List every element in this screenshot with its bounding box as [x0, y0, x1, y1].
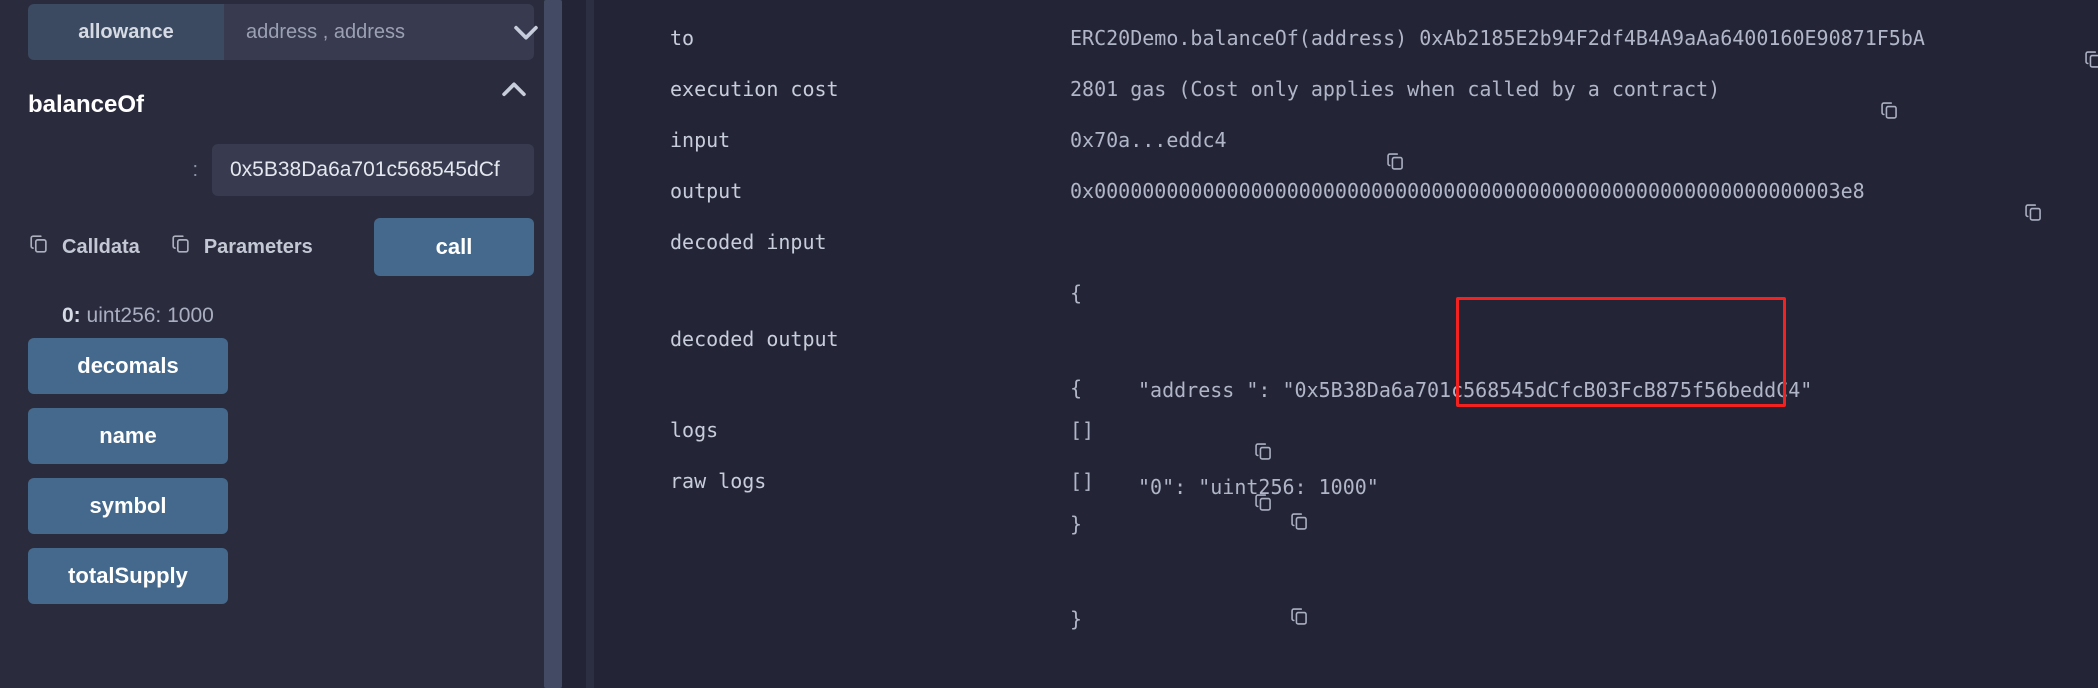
row-key-raw-logs: raw logs: [670, 469, 767, 493]
row-key-output: output: [670, 179, 743, 203]
copy-icon[interactable]: [1096, 577, 1310, 662]
allowance-args-input[interactable]: [224, 4, 534, 60]
decimals-button[interactable]: decomals: [28, 338, 228, 394]
function-button-stack: decomals name symbol totalSupply: [28, 338, 534, 604]
copy-icon: [170, 233, 192, 261]
balance-of-action-row: Calldata Parameters call: [28, 218, 534, 276]
copy-icon[interactable]: [1108, 472, 1274, 536]
output-value: 0x00000000000000000000000000000000000000…: [1070, 179, 1865, 203]
decoded-output-close: }: [1070, 606, 1083, 631]
balance-of-param-row: :: [28, 144, 534, 196]
call-button[interactable]: call: [374, 218, 534, 276]
copy-parameters-button[interactable]: Parameters: [170, 233, 313, 261]
balance-of-header: balanceOf: [28, 82, 534, 128]
contract-interaction-sidebar: allowance balanceOf :: [0, 0, 562, 688]
decoded-input-open: {: [1070, 280, 1083, 305]
calldata-label: Calldata: [62, 235, 140, 258]
logs-value: []: [1070, 418, 1095, 442]
raw-logs-value: []: [1070, 469, 1095, 493]
table-row: raw logs []: [670, 471, 2098, 535]
allowance-button[interactable]: allowance: [28, 4, 224, 60]
row-key-decoded-output: decoded output: [670, 327, 839, 351]
param-separator: :: [192, 158, 198, 181]
symbol-button[interactable]: symbol: [28, 478, 228, 534]
copy-calldata-button[interactable]: Calldata: [28, 233, 140, 261]
execution-cost-value: 2801 gas (Cost only applies when called …: [1070, 77, 1721, 101]
main-scrollbar[interactable]: [586, 0, 594, 688]
chevron-up-icon[interactable]: [494, 70, 534, 110]
parameters-label: Parameters: [203, 235, 313, 258]
transaction-details-panel: to ERC20Demo.balanceOf(address) 0xAb2185…: [562, 0, 2098, 688]
row-value-raw-logs: []: [1070, 471, 1274, 535]
sidebar-scrollbar[interactable]: [544, 0, 562, 688]
address-param-input[interactable]: [212, 144, 534, 196]
to-value: ERC20Demo.balanceOf(address) 0xAb2185E2b…: [1070, 26, 1925, 50]
total-supply-button[interactable]: totalSupply: [28, 548, 228, 604]
row-key-decoded-input: decoded input: [670, 230, 827, 254]
row-key-execution-cost: execution cost: [670, 77, 839, 101]
decoded-output-open: {: [1070, 375, 1083, 400]
result-index: 0:: [62, 304, 81, 327]
function-row-allowance: allowance: [28, 4, 534, 60]
row-key-logs: logs: [670, 418, 719, 442]
balance-of-title: balanceOf: [28, 91, 145, 118]
row-key-input: input: [670, 128, 731, 152]
row-key-to: to: [670, 26, 695, 50]
name-button[interactable]: name: [28, 408, 228, 464]
result-value: uint256: 1000: [86, 304, 214, 327]
call-result: 0: uint256: 1000: [62, 304, 562, 328]
copy-icon: [28, 233, 50, 261]
input-value: 0x70a...eddc4: [1070, 128, 1227, 152]
sidebar-scrollbar-thumb[interactable]: [544, 0, 562, 688]
remix-terminal-screen: allowance balanceOf :: [0, 0, 2098, 688]
